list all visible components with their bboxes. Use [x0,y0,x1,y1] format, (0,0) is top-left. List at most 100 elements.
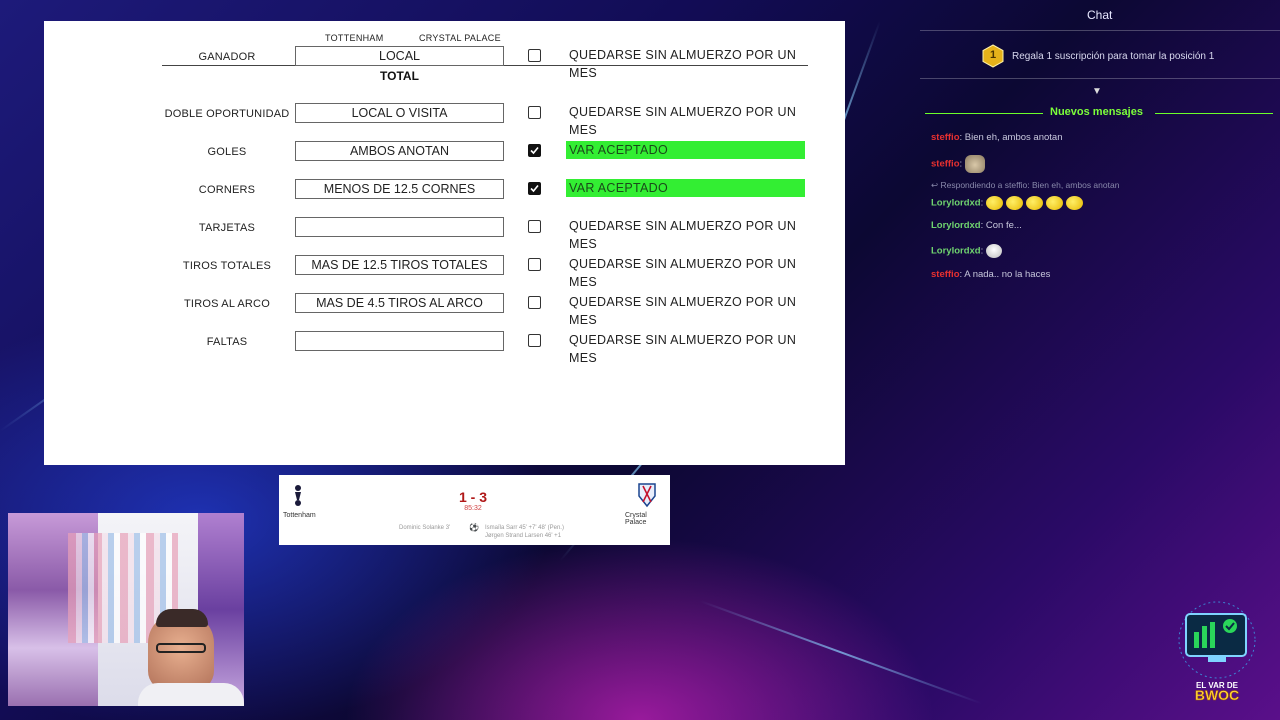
bet-label: TIROS AL ARCO [184,298,270,310]
chat-username[interactable]: steffio [931,132,960,143]
away-team-name: Crystal Palace [625,512,647,526]
new-messages-line [925,113,1043,114]
chat-text: : A nada.. no la haces [959,269,1051,280]
cat-emote-icon [964,155,985,173]
bet-checkbox[interactable] [528,220,541,233]
ball-icon: ⚽ [469,523,479,532]
chat-username[interactable]: Lorylordxd [931,198,981,209]
total-heading: TOTAL [380,69,419,83]
bet-label: GANADOR [198,51,256,63]
chat-username[interactable]: steffio [931,159,960,170]
chat-username[interactable]: Lorylordxd [931,220,981,231]
bet-checkbox[interactable] [528,49,541,62]
bet-checkbox[interactable] [528,106,541,119]
bet-label: GOLES [207,146,247,158]
match-score: 1 - 3 [458,489,487,505]
bet-row-doble-oportunidad: DOBLE OPORTUNIDAD LOCAL O VISITA QUEDARS… [44,103,845,137]
away-scorers: Ismaïla Sarr 45' +7' 48' (Pen.) [485,525,564,531]
new-messages-line [1155,113,1273,114]
chat-title: Chat [1087,8,1113,22]
chat-divider [920,30,1280,31]
crystal-palace-crest-icon [638,483,656,508]
el-var-de-bwoc-logo: EL VAR DE BWOC [1168,600,1266,704]
chat-text: : [980,245,984,257]
yellow-emote-icon [1005,196,1023,210]
chat-text: : Bien eh, ambos anotan [959,132,1063,143]
bet-row-corners: CORNERS MENOS DE 12.5 CORNES VAR ACEPTAD… [44,179,845,201]
betting-sheet: TOTTENHAM CRYSTAL PALACE TOTAL GANADOR L… [44,21,845,465]
chat-text: : [980,197,984,209]
chat-reply-context: ↩ Respondiendo a steffio: Bien eh, ambos… [931,180,1119,191]
bet-value-field[interactable] [295,217,504,237]
monitor-logo-icon: EL VAR DE BWOC [1178,601,1256,703]
bet-row-tiros-al-arco: TIROS AL ARCO MAS DE 4.5 TIROS AL ARCO Q… [44,293,845,327]
bet-result: QUEDARSE SIN ALMUERZO POR UN MES [569,257,797,289]
yellow-emote-icon [985,196,1003,210]
bet-result: QUEDARSE SIN ALMUERZO POR UN MES [569,219,797,251]
bet-value-field[interactable]: MENOS DE 12.5 CORNES [295,179,504,199]
chat-text: : Con fe... [980,220,1022,231]
bet-checkbox[interactable] [528,296,541,309]
scroll-down-icon[interactable]: ▼ [1092,86,1102,97]
chat-username[interactable]: steffio [931,269,960,280]
bet-row-goles: GOLES AMBOS ANOTAN VAR ACEPTADO [44,141,845,163]
chat-username[interactable]: Lorylordxd [931,246,981,257]
match-time: 85:32 [464,505,482,512]
away-scorers: Jørgen Strand Larsen 46' +1 [485,533,562,539]
glasses-icon [156,643,206,653]
yellow-emote-icon [1045,196,1063,210]
bet-checkbox[interactable] [528,334,541,347]
streamer-hair [156,609,208,627]
bet-result: QUEDARSE SIN ALMUERZO POR UN MES [569,105,797,137]
home-team-header: TOTTENHAM [325,33,384,43]
bet-label: CORNERS [198,184,256,196]
yellow-emote-icon [1025,196,1043,210]
bet-label: FALTAS [206,336,248,348]
checkmark-icon [530,184,539,193]
bet-label: TARJETAS [198,222,256,234]
checkmark-icon [530,146,539,155]
bet-checkbox-checked[interactable] [528,144,541,157]
match-scorecard: Tottenham 1 - 3 85:32 Dominic Solanke 3'… [279,475,670,545]
bet-row-ganador: GANADOR LOCAL QUEDARSE SIN ALMUERZO POR … [44,46,845,80]
logo-line2: BWOC [1195,687,1239,703]
bet-value-field[interactable] [295,331,504,351]
webcam-feed [8,513,244,706]
home-team-name: Tottenham [283,512,316,519]
bet-value-field[interactable]: AMBOS ANOTAN [295,141,504,161]
duck-emote-icon [985,244,1002,258]
bet-value-field[interactable]: MAS DE 4.5 TIROS AL ARCO [295,293,504,313]
bet-row-tarjetas: TARJETAS QUEDARSE SIN ALMUERZO POR UN ME… [44,217,845,251]
yellow-emote-icon [1065,196,1083,210]
chat-text: : [959,158,963,170]
chat-message: Lorylordxd: Con fe... [931,220,1022,231]
bet-result: VAR ACEPTADO [566,179,805,197]
bet-row-faltas: FALTAS QUEDARSE SIN ALMUERZO POR UN MES [44,331,845,365]
bet-label: TIROS TOTALES [182,260,272,272]
bet-result: VAR ACEPTADO [566,141,805,159]
new-messages-label: Nuevos mensajes [1050,106,1143,118]
home-scorers: Dominic Solanke 3' [399,525,451,531]
gift-rank-number: 1 [989,49,997,61]
bet-checkbox-checked[interactable] [528,182,541,195]
bg-streak [699,600,983,705]
streamer-shirt [138,683,244,706]
bet-value-field[interactable]: MAS DE 12.5 TIROS TOTALES [295,255,504,275]
chat-divider [920,78,1280,79]
bet-result: QUEDARSE SIN ALMUERZO POR UN MES [569,48,797,80]
gift-sub-prompt[interactable]: Regala 1 suscripción para tomar la posic… [1012,51,1214,62]
bet-result: QUEDARSE SIN ALMUERZO POR UN MES [569,333,797,365]
reply-text: ↩ Respondiendo a steffio: Bien eh, ambos… [931,180,1120,190]
chat-message: Lorylordxd: [931,196,1086,210]
chat-message: steffio: A nada.. no la haces [931,269,1050,280]
bet-value-field[interactable]: LOCAL O VISITA [295,103,504,123]
chat-message: steffio: [931,155,985,173]
bet-checkbox[interactable] [528,258,541,271]
away-team-header: CRYSTAL PALACE [419,33,501,43]
bet-row-tiros-totales: TIROS TOTALES MAS DE 12.5 TIROS TOTALES … [44,255,845,289]
bet-value-field[interactable]: LOCAL [295,46,504,66]
bet-label: DOBLE OPORTUNIDAD [164,108,290,120]
chat-message: Lorylordxd: [931,244,1002,258]
bet-result: QUEDARSE SIN ALMUERZO POR UN MES [569,295,797,327]
chat-message: steffio: Bien eh, ambos anotan [931,132,1063,143]
